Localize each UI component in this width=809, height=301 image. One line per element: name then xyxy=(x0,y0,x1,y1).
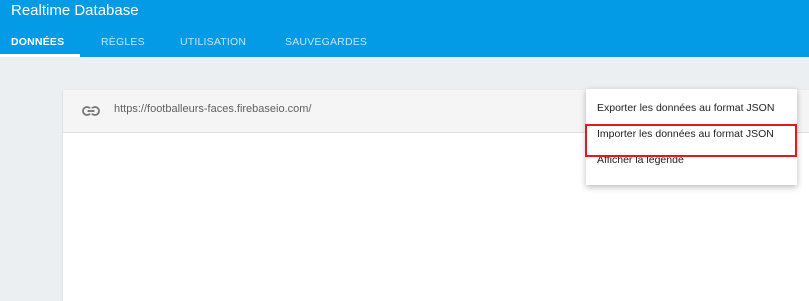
tab-donnees[interactable]: DONNÉES xyxy=(11,36,64,48)
tab-utilisation[interactable]: UTILISATION xyxy=(180,36,246,48)
menu-item-show-legend[interactable]: Afficher la légende xyxy=(586,147,797,173)
menu-item-export-json[interactable]: Exporter les données au format JSON xyxy=(586,95,797,121)
tab-bar: DONNÉES RÈGLES UTILISATION SAUVEGARDES xyxy=(0,31,809,57)
overflow-menu: Exporter les données au format JSON Impo… xyxy=(586,89,797,185)
page-title: Realtime Database xyxy=(11,2,139,19)
app-header: Realtime Database DONNÉES RÈGLES UTILISA… xyxy=(0,0,809,57)
tab-regles[interactable]: RÈGLES xyxy=(101,36,145,48)
tab-sauvegardes[interactable]: SAUVEGARDES xyxy=(285,36,367,48)
active-tab-indicator xyxy=(0,54,80,57)
link-icon xyxy=(82,104,100,116)
database-url[interactable]: https://footballeurs-faces.firebaseio.co… xyxy=(114,103,311,115)
menu-item-import-json[interactable]: Importer les données au format JSON xyxy=(586,121,797,147)
